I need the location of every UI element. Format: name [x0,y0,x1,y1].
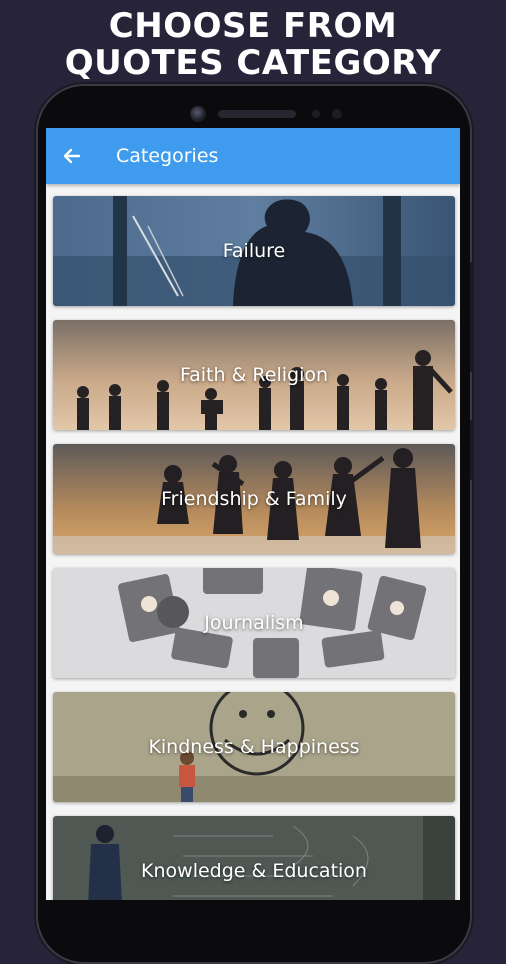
category-label: Friendship & Family [161,488,347,510]
app-screen: Categories Failure Faith & Religion Frie… [46,128,460,900]
app-bar: Categories [46,128,460,184]
proximity-sensor [312,110,320,118]
category-card-faith-religion[interactable]: Faith & Religion [53,320,455,430]
category-card-kindness-happiness[interactable]: Kindness & Happiness [53,692,455,802]
page-title: Categories [116,145,219,167]
front-camera-icon [190,106,206,122]
category-label: Kindness & Happiness [148,736,360,758]
category-card-failure[interactable]: Failure [53,196,455,306]
promo-line-1: CHOOSE FROM [108,6,398,46]
arrow-left-icon [63,148,81,164]
category-label: Failure [222,240,286,262]
category-card-friendship-family[interactable]: Friendship & Family [53,444,455,554]
earpiece-speaker [218,110,296,118]
category-label: Knowledge & Education [141,860,367,882]
category-label: Journalism [204,612,304,634]
category-card-knowledge-education[interactable]: Knowledge & Education [53,816,455,900]
promo-headline: CHOOSE FROM QUOTES CATEGORY [0,8,506,82]
category-card-journalism[interactable]: Journalism [53,568,455,678]
category-label: Faith & Religion [179,364,329,386]
volume-button [470,262,474,372]
light-sensor [332,109,342,119]
back-button[interactable] [56,140,88,172]
power-button [470,420,474,480]
promo-line-2: QUOTES CATEGORY [64,43,442,83]
